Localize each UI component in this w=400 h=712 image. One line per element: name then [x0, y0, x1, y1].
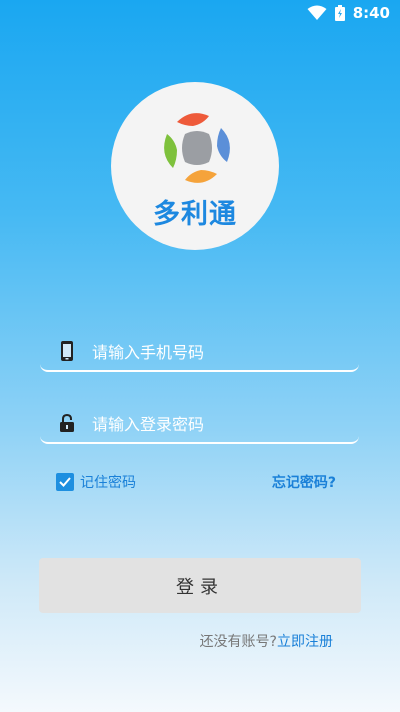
status-bar: 8:40	[0, 0, 400, 26]
register-row: 还没有账号?立即注册	[200, 631, 333, 651]
clock: 8:40	[352, 4, 390, 22]
login-button[interactable]: 登录	[39, 558, 361, 613]
logo-pinwheel-icon	[164, 113, 230, 183]
remember-label: 记住密码	[80, 475, 136, 491]
phone-field[interactable]: 请输入手机号码	[40, 332, 359, 372]
logo-brand-name: 多利通	[153, 199, 237, 230]
no-account-text: 还没有账号?	[199, 634, 277, 650]
forgot-password-link[interactable]: 忘记密码?	[272, 472, 336, 492]
remember-password-toggle[interactable]: 记住密码	[56, 472, 136, 492]
app-logo: 多利通	[111, 82, 279, 250]
remember-checkbox[interactable]	[56, 473, 74, 491]
lock-icon	[60, 413, 74, 432]
check-icon	[59, 477, 71, 487]
battery-charging-icon	[334, 5, 345, 21]
password-input-placeholder[interactable]: 请输入登录密码	[92, 411, 204, 435]
phone-icon	[61, 341, 73, 361]
password-field[interactable]: 请输入登录密码	[40, 404, 359, 444]
phone-input-placeholder[interactable]: 请输入手机号码	[92, 339, 204, 363]
wifi-icon	[307, 5, 327, 20]
register-link[interactable]: 立即注册	[277, 634, 333, 650]
